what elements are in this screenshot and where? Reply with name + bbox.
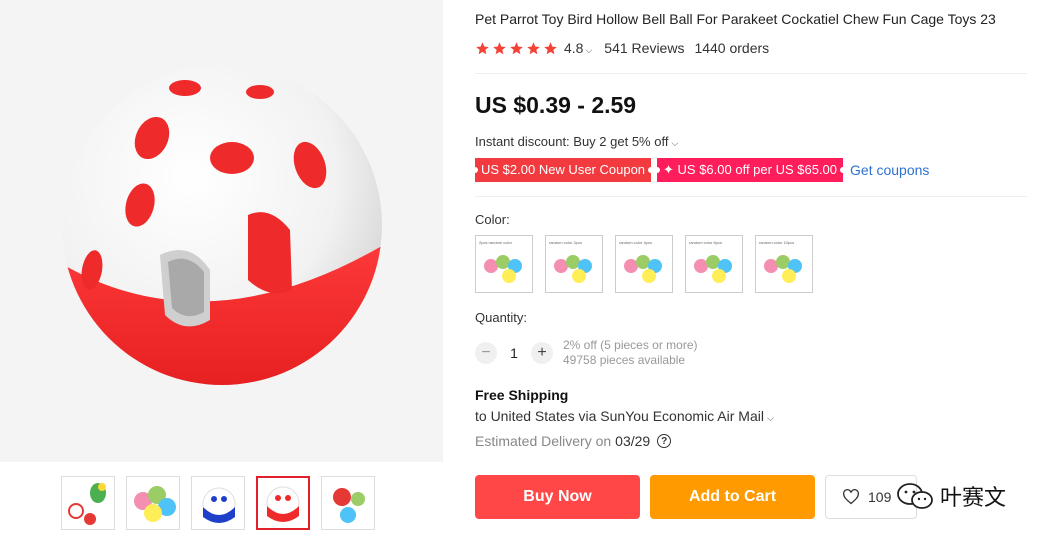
bell-ball-image (62, 65, 382, 385)
star-icon (493, 41, 506, 54)
color-option-4[interactable]: random color 6pcs (685, 235, 743, 293)
color-option-label: random color 6pcs (689, 240, 722, 245)
heart-icon (843, 489, 859, 505)
shipping-title: Free Shipping (475, 387, 569, 403)
rating-stars (475, 41, 558, 56)
plus-icon: + (537, 344, 547, 361)
quantity-label: Quantity: (475, 310, 528, 325)
thumbnail-1[interactable] (61, 476, 115, 530)
rating-score[interactable]: 4.8 ⌵ (564, 40, 592, 56)
help-icon[interactable]: ? (657, 434, 672, 448)
instant-discount[interactable]: Instant discount: Buy 2 get 5% off ⌵ (475, 134, 678, 149)
color-option-2[interactable]: random color 2pcs (545, 235, 603, 293)
get-coupons-link[interactable]: Get coupons (850, 162, 929, 178)
rating-row: 4.8 ⌵ 541 Reviews 1440 orders (475, 40, 769, 56)
thumbnail-3[interactable] (191, 476, 245, 530)
color-option-label: 2pcs random color (479, 240, 512, 245)
coupon-row: US $2.00 New User Coupon ✦ US $6.00 off … (471, 158, 929, 182)
bulk-discount-note: 2% off (5 pieces or more) (563, 338, 698, 352)
shipping-method[interactable]: to United States via SunYou Economic Air… (475, 408, 774, 424)
color-swatches: 2pcs random color random color 2pcs rand… (475, 235, 813, 293)
thumbnail-2[interactable] (126, 476, 180, 530)
shipping-method-text: to United States via SunYou Economic Air… (475, 408, 764, 424)
quantity-info: 2% off (5 pieces or more) 49758 pieces a… (563, 338, 698, 368)
color-option-3[interactable]: random color 4pcs (615, 235, 673, 293)
watermark: 叶赛文 (896, 480, 1006, 512)
color-option-5[interactable]: random color 10pcs (755, 235, 813, 293)
price: US $0.39 - 2.59 (475, 92, 637, 118)
product-title: Pet Parrot Toy Bird Hollow Bell Ball For… (475, 11, 996, 27)
main-product-image[interactable] (0, 0, 443, 462)
wishlist-count: 109 (868, 489, 892, 505)
chevron-down-icon: ⌵ (671, 138, 679, 148)
wechat-icon (897, 483, 933, 509)
thumbnail-5[interactable] (321, 476, 375, 530)
color-label: Color: (475, 212, 510, 227)
add-to-cart-button[interactable]: Add to Cart (650, 475, 815, 519)
watermark-text: 叶赛文 (940, 485, 1007, 510)
divider (475, 73, 1027, 74)
product-gallery (0, 0, 445, 541)
stock-available: 49758 pieces available (563, 353, 686, 367)
quantity-value[interactable]: 1 (497, 345, 531, 361)
delivery-date: 03/29 (615, 433, 651, 449)
rating-value: 4.8 (564, 40, 584, 56)
orders-count: 1440 orders (694, 40, 770, 56)
star-icon (527, 41, 540, 54)
increase-quantity-button[interactable]: + (531, 342, 553, 364)
store-coupon[interactable]: ✦ US $6.00 off per US $65.00 (654, 158, 846, 182)
color-option-label: random color 10pcs (759, 240, 795, 245)
reviews-link[interactable]: 541 Reviews (604, 40, 684, 56)
instant-discount-text: Instant discount: Buy 2 get 5% off (475, 134, 669, 149)
star-icon (510, 41, 523, 54)
star-icon (476, 41, 489, 54)
new-user-coupon[interactable]: US $2.00 New User Coupon (471, 158, 655, 182)
thumbnail-4[interactable] (256, 476, 310, 530)
buy-now-button[interactable]: Buy Now (475, 475, 640, 519)
chevron-down-icon: ⌵ (766, 413, 774, 423)
color-option-1[interactable]: 2pcs random color (475, 235, 533, 293)
chevron-down-icon: ⌵ (585, 45, 593, 55)
decrease-quantity-button[interactable]: − (475, 342, 497, 364)
thumbnail-strip (61, 476, 375, 530)
minus-icon: − (481, 344, 491, 361)
quantity-stepper: − 1 + 2% off (5 pieces or more) 49758 pi… (475, 338, 698, 368)
color-option-label: random color 4pcs (619, 240, 652, 245)
divider (475, 196, 1027, 197)
star-icon (544, 41, 557, 54)
color-option-label: random color 2pcs (549, 240, 582, 245)
estimated-delivery: Estimated Delivery on 03/29 ? (475, 433, 672, 449)
delivery-label: Estimated Delivery on (475, 433, 612, 449)
